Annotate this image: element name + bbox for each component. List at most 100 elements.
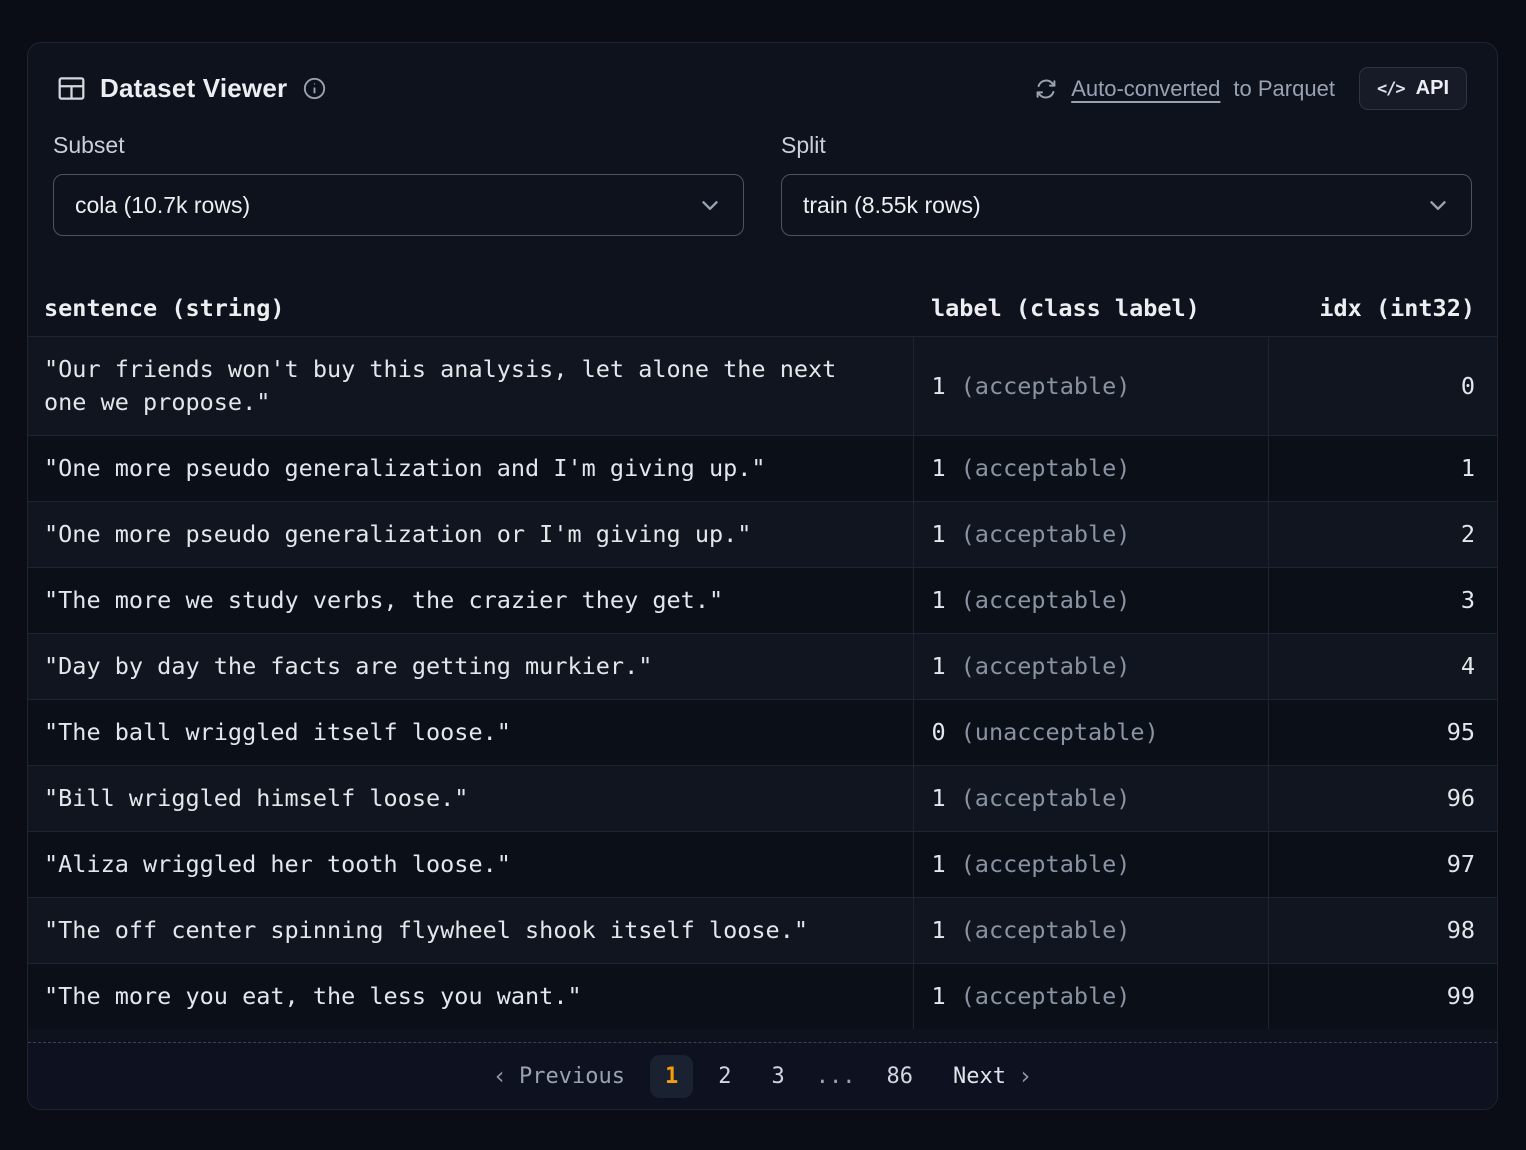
label-value: 1: [932, 850, 946, 878]
page-button-86[interactable]: 86: [871, 1055, 928, 1098]
split-control: Split train (8.55k rows): [781, 132, 1472, 236]
split-label: Split: [781, 132, 1472, 159]
label-value: 0: [932, 718, 946, 746]
subset-control: Subset cola (10.7k rows): [53, 132, 744, 236]
label-value: 1: [932, 586, 946, 614]
sentence-cell: "One more pseudo generalization and I'm …: [28, 436, 913, 502]
table-icon: [58, 76, 85, 101]
label-value: 1: [932, 916, 946, 944]
split-select-value: train (8.55k rows): [803, 192, 981, 219]
label-name: (acceptable): [961, 454, 1131, 482]
idx-cell: 4: [1268, 634, 1497, 700]
dataset-viewer-card: Dataset Viewer Aut: [27, 42, 1498, 1110]
header-actions: Auto-converted to Parquet </> API: [1034, 67, 1467, 110]
previous-page-button[interactable]: ‹ Previous: [478, 1053, 640, 1099]
column-header-label: label (class label): [913, 282, 1268, 337]
column-header-sentence: sentence (string): [28, 282, 913, 337]
label-name: (acceptable): [961, 850, 1131, 878]
label-cell: 1 (acceptable): [913, 898, 1268, 964]
label-value: 1: [932, 784, 946, 812]
table-row: "One more pseudo generalization and I'm …: [28, 436, 1497, 502]
label-cell: 1 (acceptable): [913, 832, 1268, 898]
label-value: 1: [932, 982, 946, 1010]
table-row: "The more we study verbs, the crazier th…: [28, 568, 1497, 634]
page-button-1[interactable]: 1: [650, 1055, 693, 1098]
idx-cell: 97: [1268, 832, 1497, 898]
page-button-3[interactable]: 3: [756, 1055, 799, 1098]
label-cell: 1 (acceptable): [913, 766, 1268, 832]
label-cell: 1 (acceptable): [913, 502, 1268, 568]
label-name: (acceptable): [961, 916, 1131, 944]
sentence-cell: "One more pseudo generalization or I'm g…: [28, 502, 913, 568]
label-name: (acceptable): [961, 586, 1131, 614]
split-select[interactable]: train (8.55k rows): [781, 174, 1472, 236]
idx-cell: 99: [1268, 964, 1497, 1030]
dataset-table: sentence (string) label (class label) id…: [28, 282, 1497, 1029]
chevron-right-icon: ›: [1018, 1062, 1032, 1090]
table-row: "The off center spinning flywheel shook …: [28, 898, 1497, 964]
idx-cell: 0: [1268, 337, 1497, 436]
table-row: "The more you eat, the less you want." 1…: [28, 964, 1497, 1030]
page-title: Dataset Viewer: [100, 73, 287, 104]
pagination: ‹ Previous 123...86 Next ›: [28, 1042, 1497, 1109]
idx-cell: 3: [1268, 568, 1497, 634]
label-name: (acceptable): [961, 784, 1131, 812]
page-button-2[interactable]: 2: [703, 1055, 746, 1098]
chevron-down-icon: [1425, 192, 1451, 218]
label-cell: 1 (acceptable): [913, 964, 1268, 1030]
label-name: (acceptable): [961, 652, 1131, 680]
table-row: "Day by day the facts are getting murkie…: [28, 634, 1497, 700]
table-row: "Our friends won't buy this analysis, le…: [28, 337, 1497, 436]
label-name: (unacceptable): [961, 718, 1159, 746]
label-name: (acceptable): [961, 520, 1131, 548]
page-ellipsis: ...: [810, 1055, 862, 1098]
label-cell: 1 (acceptable): [913, 337, 1268, 436]
subset-label: Subset: [53, 132, 744, 159]
column-header-idx: idx (int32): [1268, 282, 1497, 337]
idx-cell: 1: [1268, 436, 1497, 502]
chevron-left-icon: ‹: [493, 1062, 507, 1090]
sentence-cell: "The more we study verbs, the crazier th…: [28, 568, 913, 634]
table-row: "One more pseudo generalization or I'm g…: [28, 502, 1497, 568]
card-header: Dataset Viewer Aut: [28, 43, 1497, 116]
title-group: Dataset Viewer: [58, 73, 327, 104]
sentence-cell: "Aliza wriggled her tooth loose.": [28, 832, 913, 898]
previous-label: Previous: [519, 1064, 625, 1089]
label-cell: 1 (acceptable): [913, 436, 1268, 502]
label-value: 1: [932, 454, 946, 482]
api-button[interactable]: </> API: [1359, 67, 1467, 110]
table-row: "Bill wriggled himself loose." 1 (accepta…: [28, 766, 1497, 832]
info-icon[interactable]: [302, 76, 327, 101]
idx-cell: 96: [1268, 766, 1497, 832]
sentence-cell: "Bill wriggled himself loose.": [28, 766, 913, 832]
sentence-cell: "The more you eat, the less you want.": [28, 964, 913, 1030]
controls-row: Subset cola (10.7k rows) Split train (8.…: [28, 116, 1497, 236]
label-value: 1: [932, 520, 946, 548]
subset-select-value: cola (10.7k rows): [75, 192, 250, 219]
idx-cell: 98: [1268, 898, 1497, 964]
auto-converted-link[interactable]: Auto-converted: [1071, 76, 1220, 102]
next-label: Next: [953, 1064, 1006, 1089]
auto-converted-note: Auto-converted to Parquet: [1034, 76, 1335, 102]
label-value: 1: [932, 372, 946, 400]
label-cell: 0 (unacceptable): [913, 700, 1268, 766]
label-cell: 1 (acceptable): [913, 634, 1268, 700]
table-row: "Aliza wriggled her tooth loose." 1 (acce…: [28, 832, 1497, 898]
sentence-cell: "The ball wriggled itself loose.": [28, 700, 913, 766]
label-value: 1: [932, 652, 946, 680]
code-icon: </>: [1377, 79, 1405, 99]
subset-select[interactable]: cola (10.7k rows): [53, 174, 744, 236]
table-row: "The ball wriggled itself loose." 0 (unac…: [28, 700, 1497, 766]
label-name: (acceptable): [961, 372, 1131, 400]
chevron-down-icon: [697, 192, 723, 218]
api-button-label: API: [1416, 77, 1449, 100]
next-page-button[interactable]: Next ›: [938, 1053, 1047, 1099]
idx-cell: 2: [1268, 502, 1497, 568]
table-body: "Our friends won't buy this analysis, le…: [28, 337, 1497, 1030]
sentence-cell: "The off center spinning flywheel shook …: [28, 898, 913, 964]
sentence-cell: "Our friends won't buy this analysis, le…: [28, 337, 913, 436]
table-header: sentence (string) label (class label) id…: [28, 282, 1497, 337]
auto-converted-suffix: to Parquet: [1233, 76, 1335, 102]
label-name: (acceptable): [961, 982, 1131, 1010]
sentence-cell: "Day by day the facts are getting murkie…: [28, 634, 913, 700]
